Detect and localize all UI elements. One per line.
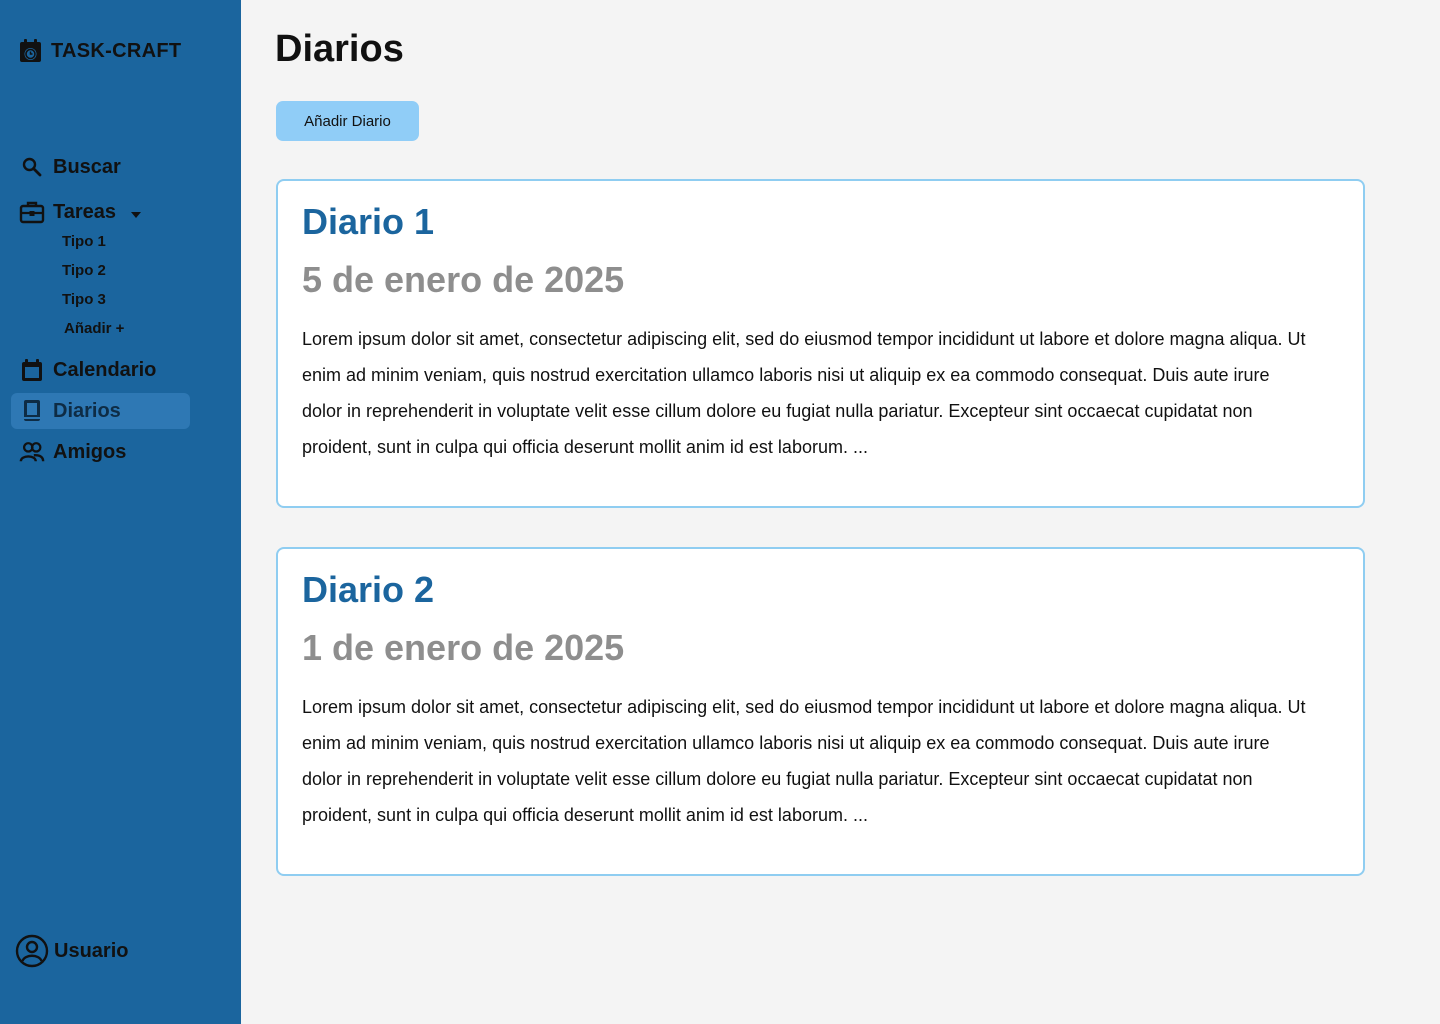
sidebar-item-label: Tareas — [53, 200, 117, 223]
sidebar-item-buscar[interactable]: Buscar — [11, 149, 190, 185]
sidebar-item-label: Calendario — [53, 358, 157, 381]
calendar-clock-icon — [18, 38, 44, 64]
sidebar-item-calendario[interactable]: Calendario — [11, 352, 190, 388]
brand[interactable]: TASK-CRAFT — [18, 38, 181, 64]
page-title: Diarios — [275, 28, 404, 70]
subitem-tipo-1[interactable]: Tipo 1 — [62, 233, 106, 250]
user-label: Usuario — [54, 939, 129, 962]
diary-excerpt: Lorem ipsum dolor sit amet, consectetur … — [302, 697, 1306, 825]
brand-name: TASK-CRAFT — [51, 39, 182, 62]
diary-title[interactable]: Diario 1 — [302, 201, 1339, 243]
friends-icon — [19, 439, 45, 465]
diary-date: 1 de enero de 2025 — [302, 627, 625, 668]
book-icon — [19, 398, 45, 424]
sidebar-item-label: Amigos — [53, 440, 127, 463]
chevron-down-icon[interactable] — [130, 206, 142, 224]
user-circle-icon — [14, 933, 50, 969]
subitem-tipo-2[interactable]: Tipo 2 — [62, 262, 106, 279]
add-diary-button[interactable]: Añadir Diario — [276, 101, 419, 141]
briefcase-icon — [19, 199, 45, 225]
diary-card[interactable]: Diario 2 1 de enero de 2025 Lorem ipsum … — [276, 547, 1365, 876]
calendar-icon — [19, 357, 45, 383]
diary-title[interactable]: Diario 2 — [302, 569, 1339, 611]
sidebar-item-label: Diarios — [53, 399, 121, 422]
sidebar-item-label: Buscar — [53, 155, 121, 178]
sidebar-item-diarios[interactable]: Diarios — [11, 393, 190, 429]
add-type-link[interactable]: Añadir + — [64, 320, 124, 337]
sidebar-item-tareas[interactable]: Tareas — [11, 194, 190, 230]
user-menu[interactable]: Usuario — [14, 933, 128, 969]
diary-card[interactable]: Diario 1 5 de enero de 2025 Lorem ipsum … — [276, 179, 1365, 508]
sidebar: TASK-CRAFT Buscar Tareas Tipo 1 Tipo 2 T… — [0, 0, 241, 1024]
search-icon — [19, 154, 45, 180]
sidebar-item-amigos[interactable]: Amigos — [11, 434, 190, 470]
subitem-tipo-3[interactable]: Tipo 3 — [62, 291, 106, 308]
diary-excerpt: Lorem ipsum dolor sit amet, consectetur … — [302, 329, 1306, 457]
diary-date: 5 de enero de 2025 — [302, 259, 625, 300]
